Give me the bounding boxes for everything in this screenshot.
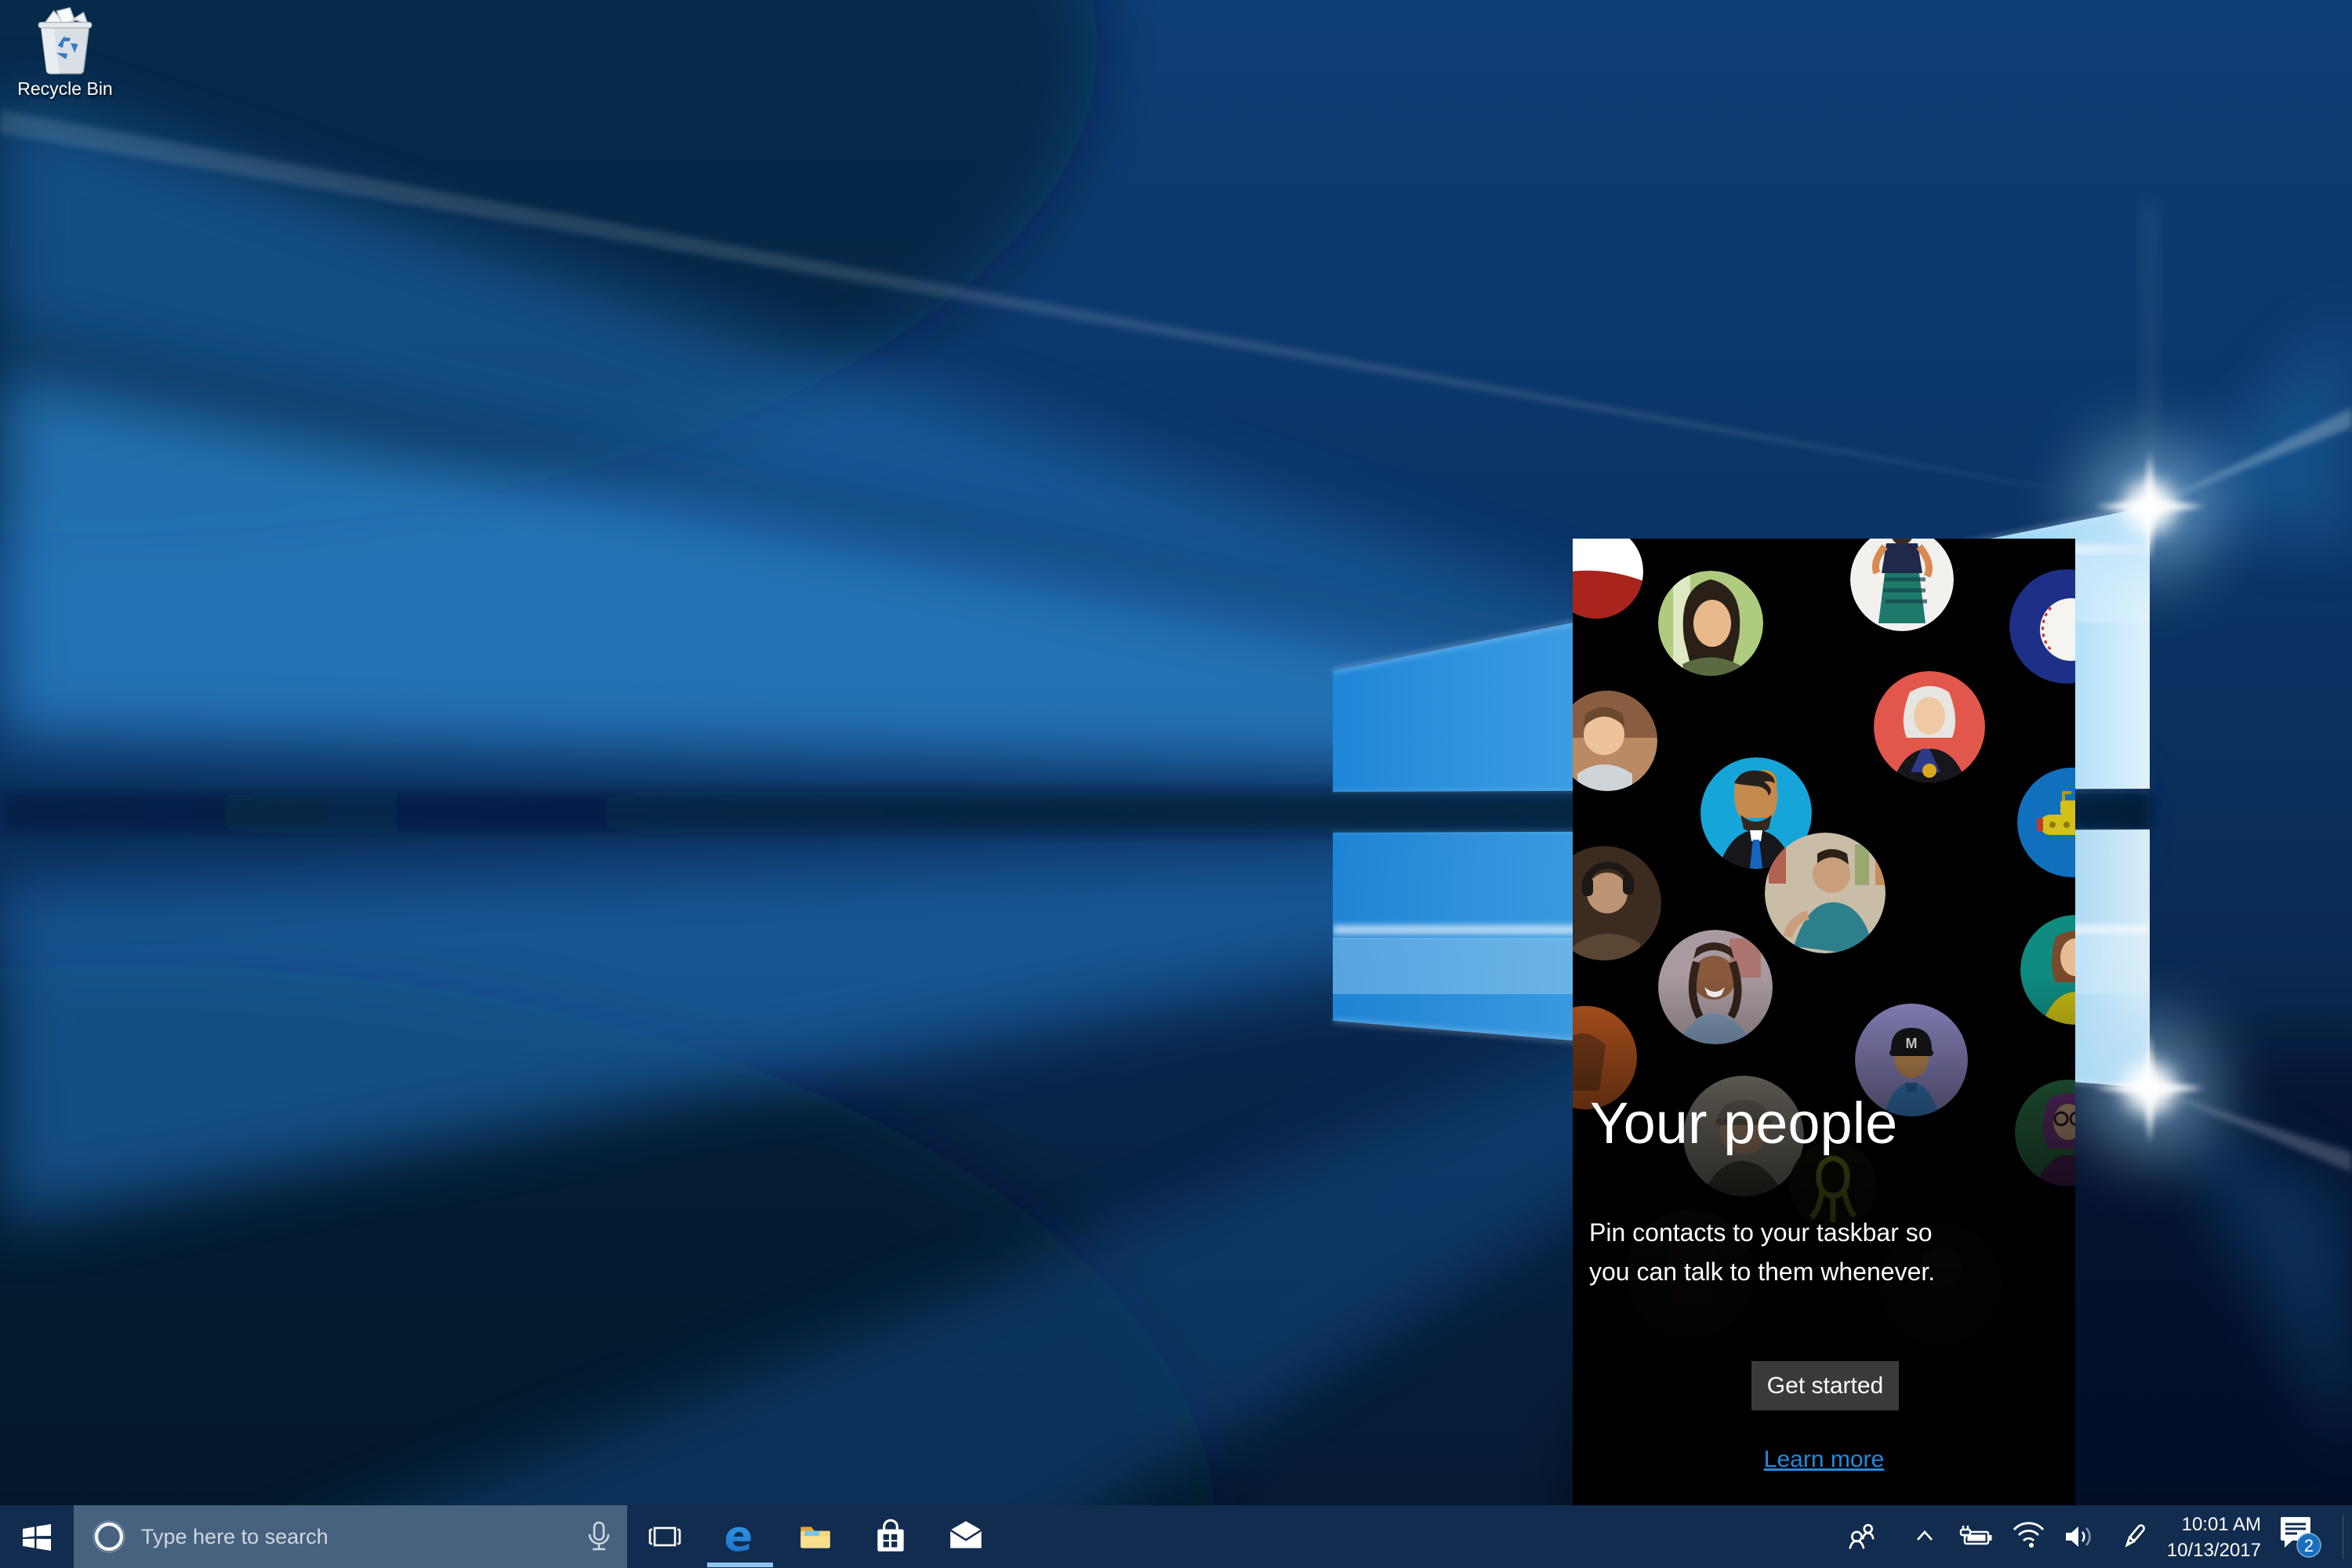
edge-glyph: e: [723, 1515, 755, 1559]
mail-button[interactable]: [928, 1505, 1004, 1568]
cortana-icon: [91, 1519, 127, 1555]
desktop: Recycle Bin: [0, 0, 2352, 1568]
action-center-button[interactable]: 2: [2270, 1505, 2330, 1568]
network-status-button[interactable]: [2005, 1505, 2053, 1568]
your-people-flyout: M: [1573, 539, 2075, 1505]
wifi-icon: [2011, 1521, 2047, 1552]
popup-content: Your people Pin contacts to your taskbar…: [1573, 539, 2075, 1505]
search-input[interactable]: Type here to search: [74, 1505, 627, 1568]
tray-people-button[interactable]: [1838, 1505, 1886, 1568]
chevron-up-icon: [1909, 1521, 1940, 1552]
recycle-bin-shortcut[interactable]: Recycle Bin: [14, 6, 116, 118]
file-explorer-button[interactable]: [778, 1505, 853, 1568]
file-explorer-icon: [796, 1517, 835, 1556]
store-button[interactable]: [853, 1505, 928, 1568]
taskbar-edge-button[interactable]: e: [702, 1505, 778, 1568]
popup-body-line1: Pin contacts to your taskbar so: [1589, 1213, 1935, 1252]
taskbar: Type here to search: [0, 1505, 2352, 1568]
recycle-bin-icon: [33, 6, 97, 77]
recycle-bin-label: Recycle Bin: [14, 78, 116, 100]
task-view-icon: [646, 1518, 684, 1555]
edge-icon: e: [718, 1515, 762, 1559]
start-button[interactable]: [0, 1505, 74, 1568]
windows-logo-icon: [20, 1519, 54, 1554]
tray-overflow-button[interactable]: [1900, 1505, 1949, 1568]
battery-status-button[interactable]: [1951, 1505, 2000, 1568]
get-started-button[interactable]: Get started: [1751, 1361, 1899, 1410]
task-view-button[interactable]: [627, 1505, 702, 1568]
popup-body: Pin contacts to your taskbar so you can …: [1589, 1213, 1935, 1291]
windows-ink-button[interactable]: [2110, 1505, 2158, 1568]
notification-badge: 2: [2297, 1534, 2321, 1557]
show-desktop-button[interactable]: [2343, 1505, 2352, 1568]
learn-more-link[interactable]: Learn more: [1764, 1446, 1884, 1473]
volume-button[interactable]: [2055, 1505, 2103, 1568]
popup-title: Your people: [1590, 1090, 1897, 1156]
clock-time: 10:01 AM: [2158, 1512, 2261, 1537]
store-icon: [871, 1517, 910, 1556]
badge-count: 2: [2304, 1536, 2314, 1555]
search-placeholder: Type here to search: [141, 1525, 583, 1549]
light-burst-top: [2079, 436, 2220, 577]
people-icon: [1845, 1519, 1879, 1554]
mail-icon: [946, 1517, 985, 1556]
popup-body-line2: you can talk to them whenever.: [1589, 1252, 1935, 1291]
battery-charging-icon: [1957, 1521, 1994, 1552]
clock-date: 10/13/2017: [2158, 1537, 2261, 1563]
light-burst-bottom: [2079, 1018, 2220, 1159]
action-center-icon: 2: [2274, 1512, 2326, 1561]
speaker-icon: [2061, 1521, 2097, 1552]
taskbar-clock[interactable]: 10:01 AM 10/13/2017: [2158, 1505, 2261, 1568]
edge-running-indicator: [707, 1563, 773, 1567]
microphone-icon[interactable]: [583, 1519, 615, 1554]
pen-icon: [2117, 1519, 2151, 1554]
